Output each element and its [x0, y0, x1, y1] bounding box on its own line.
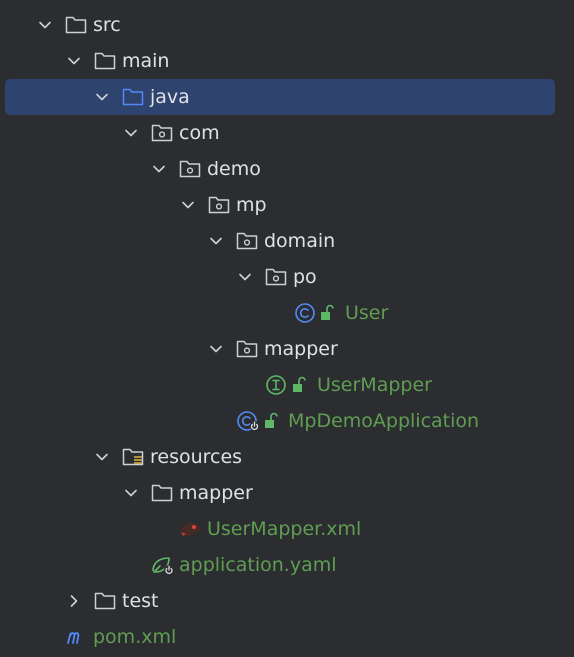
- tree-item-label: UserMapper: [317, 374, 432, 396]
- tree-item-label: mapper: [264, 338, 338, 360]
- tree-item-label: domain: [264, 230, 336, 252]
- project-tree: src main java com demo mp domain po User…: [0, 0, 574, 657]
- tree-item-label: java: [150, 86, 190, 108]
- tree-item-label: User: [345, 302, 389, 324]
- chevron-down-icon[interactable]: [149, 159, 169, 179]
- package-icon: [179, 160, 201, 178]
- spring-leaf-icon: [152, 557, 174, 575]
- tree-item-mapper-folder[interactable]: mapper: [0, 475, 574, 511]
- tree-item-label: pom.xml: [93, 626, 177, 648]
- spring-boot-class-icon: [237, 411, 260, 431]
- folder-icon: [65, 16, 87, 34]
- package-icon: [236, 232, 258, 250]
- tree-item-domain[interactable]: domain: [0, 223, 574, 259]
- tree-item-src[interactable]: src: [0, 7, 574, 43]
- chevron-down-icon[interactable]: [206, 339, 226, 359]
- tree-item-resources[interactable]: resources: [0, 439, 574, 475]
- selection-highlight: [5, 79, 555, 115]
- class-icon: [295, 303, 315, 323]
- source-folder-icon: [122, 88, 144, 106]
- package-icon: [236, 340, 258, 358]
- tree-item-label: src: [93, 14, 121, 36]
- tree-item-usermapper-xml[interactable]: UserMapper.xml: [0, 511, 574, 547]
- tree-item-usermapper[interactable]: UserMapper: [0, 367, 574, 403]
- tree-item-main[interactable]: main: [0, 43, 574, 79]
- folder-icon: [94, 52, 116, 70]
- chevron-down-icon[interactable]: [206, 231, 226, 251]
- tree-item-demo[interactable]: demo: [0, 151, 574, 187]
- interface-icon: [266, 375, 286, 395]
- tree-item-application-yaml[interactable]: application.yaml: [0, 547, 574, 583]
- public-lock-icon: [265, 412, 278, 428]
- tree-item-label: demo: [207, 158, 261, 180]
- tree-item-label: com: [179, 122, 220, 144]
- tree-item-label: MpDemoApplication: [288, 410, 480, 432]
- tree-item-user[interactable]: User: [0, 295, 574, 331]
- tree-item-mp[interactable]: mp: [0, 187, 574, 223]
- maven-icon: [67, 632, 80, 644]
- chevron-down-icon[interactable]: [92, 87, 112, 107]
- tree-item-label: application.yaml: [179, 554, 337, 576]
- chevron-down-icon[interactable]: [35, 15, 55, 35]
- package-icon: [265, 268, 287, 286]
- package-icon: [208, 196, 230, 214]
- public-lock-icon: [321, 304, 334, 320]
- tree-item-label: mp: [236, 194, 267, 216]
- tree-item-test[interactable]: test: [0, 583, 574, 619]
- tree-item-po[interactable]: po: [0, 259, 574, 295]
- tree-item-label: UserMapper.xml: [207, 518, 362, 540]
- tree-item-label: resources: [150, 446, 243, 468]
- tree-item-mpdemoapplication[interactable]: MpDemoApplication: [0, 403, 574, 439]
- chevron-down-icon[interactable]: [178, 195, 198, 215]
- chevron-down-icon[interactable]: [92, 447, 112, 467]
- tree-item-mapper-package[interactable]: mapper: [0, 331, 574, 367]
- tree-item-label: mapper: [179, 482, 253, 504]
- tree-item-label: main: [122, 50, 170, 72]
- tree-item-java[interactable]: java: [0, 79, 574, 115]
- mybatis-bird-icon: [181, 522, 201, 537]
- folder-icon: [151, 484, 173, 502]
- tree-item-label: po: [293, 266, 317, 288]
- tree-item-pom-xml[interactable]: pom.xml: [0, 619, 574, 655]
- chevron-down-icon[interactable]: [121, 123, 141, 143]
- chevron-down-icon[interactable]: [64, 51, 84, 71]
- tree-item-com[interactable]: com: [0, 115, 574, 151]
- folder-icon: [94, 592, 116, 610]
- package-icon: [151, 124, 173, 142]
- chevron-down-icon[interactable]: [121, 483, 141, 503]
- resources-folder-icon: [122, 448, 144, 466]
- chevron-right-icon[interactable]: [64, 591, 84, 611]
- chevron-down-icon[interactable]: [235, 267, 255, 287]
- tree-item-label: test: [122, 590, 159, 612]
- public-lock-icon: [293, 376, 306, 392]
